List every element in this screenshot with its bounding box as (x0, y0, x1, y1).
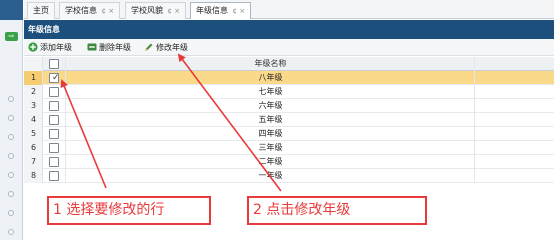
tab-close-icon[interactable]: ¢ × (168, 7, 181, 15)
row-filler (476, 141, 554, 155)
row-checkbox[interactable] (49, 129, 59, 139)
step1-callout: 1 选择要修改的行 (47, 196, 211, 225)
tab-label: 年级信息 (196, 6, 228, 15)
row-filler (476, 71, 554, 85)
row-checkbox-cell (44, 85, 66, 99)
grade-name-cell: 三年级 (67, 141, 475, 155)
tab-school-style[interactable]: 学校风貌 ¢ × (125, 2, 187, 19)
edit-grade-label: 修改年级 (156, 43, 188, 52)
panel-title: 年级信息 (24, 20, 554, 39)
tab-close-icon[interactable]: ¢ × (233, 7, 246, 15)
row-number: 2 (24, 85, 43, 99)
row-checkbox-cell (44, 127, 66, 141)
tab-school-info[interactable]: 学校信息 ¢ × (59, 2, 121, 19)
row-checkbox[interactable]: ✓ (49, 73, 60, 83)
row-filler (476, 85, 554, 99)
sidebar-node-icon[interactable] (8, 191, 14, 197)
row-number: 4 (24, 113, 43, 127)
edit-grade-button[interactable]: 修改年级 (144, 41, 188, 54)
row-filler (476, 99, 554, 113)
sidebar-node-icon[interactable] (8, 172, 14, 178)
table-row[interactable]: 4 五年级 (24, 113, 554, 127)
minus-rect-icon (87, 43, 97, 50)
row-number: 6 (24, 141, 43, 155)
delete-grade-label: 删除年级 (99, 43, 131, 52)
row-checkbox-cell (44, 155, 66, 169)
grade-name-cell: 二年级 (67, 155, 475, 169)
row-number: 8 (24, 169, 43, 183)
table-row[interactable]: 7 二年级 (24, 155, 554, 169)
row-checkbox-cell (44, 113, 66, 127)
sidebar-node-icon[interactable] (8, 115, 14, 121)
grade-name-cell: 一年级 (67, 169, 475, 183)
row-filler (476, 155, 554, 169)
row-number: 5 (24, 127, 43, 141)
sidebar-node-icon[interactable] (8, 229, 14, 235)
row-filler (476, 169, 554, 183)
table-row[interactable]: 1 ✓ 八年级 (24, 71, 554, 85)
row-checkbox[interactable] (49, 87, 59, 97)
select-all-checkbox[interactable] (49, 59, 59, 69)
tab-label: 学校风貌 (131, 6, 163, 15)
table-header-row: 年级名称 (24, 57, 554, 71)
table-row[interactable]: 6 三年级 (24, 141, 554, 155)
table-row[interactable]: 5 四年级 (24, 127, 554, 141)
add-grade-button[interactable]: 添加年级 (28, 41, 72, 54)
grade-name-cell: 五年级 (67, 113, 475, 127)
check-icon: ✓ (52, 73, 60, 83)
add-grade-label: 添加年级 (40, 43, 72, 52)
plus-circle-icon (28, 41, 38, 52)
step2-callout: 2 点击修改年级 (247, 196, 427, 225)
column-header-grade-name[interactable]: 年级名称 (67, 57, 475, 71)
sidebar-toggle-icon[interactable]: ⇨ (5, 32, 18, 41)
row-checkbox-cell (44, 141, 66, 155)
app-window: ⇨ 主页 学校信息 ¢ × 学校风貌 ¢ × 年级信息 ¢ × 年级信息 添加年… (0, 0, 554, 240)
sidebar-header (0, 0, 23, 20)
delete-grade-button[interactable]: 删除年级 (87, 41, 131, 54)
tab-grade-info[interactable]: 年级信息 ¢ × (190, 2, 252, 19)
sidebar-node-icon[interactable] (8, 134, 14, 140)
table-row[interactable]: 8 一年级 (24, 169, 554, 183)
grade-name-cell: 六年级 (67, 99, 475, 113)
row-checkbox[interactable] (49, 143, 59, 153)
grade-name-cell: 四年级 (67, 127, 475, 141)
grade-name-cell: 七年级 (67, 85, 475, 99)
pencil-icon (145, 43, 153, 51)
row-filler (476, 113, 554, 127)
table-row[interactable]: 3 六年级 (24, 99, 554, 113)
row-number: 1 (24, 71, 43, 85)
tab-label: 主页 (33, 6, 49, 15)
row-checkbox-cell (44, 99, 66, 113)
row-checkbox[interactable] (49, 157, 59, 167)
row-number-header (24, 57, 43, 71)
row-filler (476, 127, 554, 141)
header-filler (476, 57, 554, 71)
row-number: 7 (24, 155, 43, 169)
row-checkbox[interactable] (49, 171, 59, 181)
tab-home[interactable]: 主页 (27, 2, 55, 19)
grade-name-cell: 八年级 (67, 71, 475, 85)
table-row[interactable]: 2 七年级 (24, 85, 554, 99)
toolbar: 添加年级 删除年级 修改年级 (24, 39, 554, 56)
sidebar: ⇨ (0, 0, 23, 240)
row-checkbox-cell: ✓ (44, 71, 66, 85)
row-checkbox-cell (44, 169, 66, 183)
row-checkbox[interactable] (49, 101, 59, 111)
sidebar-node-icon[interactable] (8, 210, 14, 216)
row-number: 3 (24, 99, 43, 113)
select-all-cell (44, 57, 66, 71)
tab-label: 学校信息 (65, 6, 97, 15)
row-checkbox[interactable] (49, 115, 59, 125)
tab-close-icon[interactable]: ¢ × (102, 7, 115, 15)
sidebar-node-icon[interactable] (8, 96, 14, 102)
sidebar-node-icon[interactable] (8, 153, 14, 159)
tab-bar: 主页 学校信息 ¢ × 学校风貌 ¢ × 年级信息 ¢ × (24, 0, 554, 19)
